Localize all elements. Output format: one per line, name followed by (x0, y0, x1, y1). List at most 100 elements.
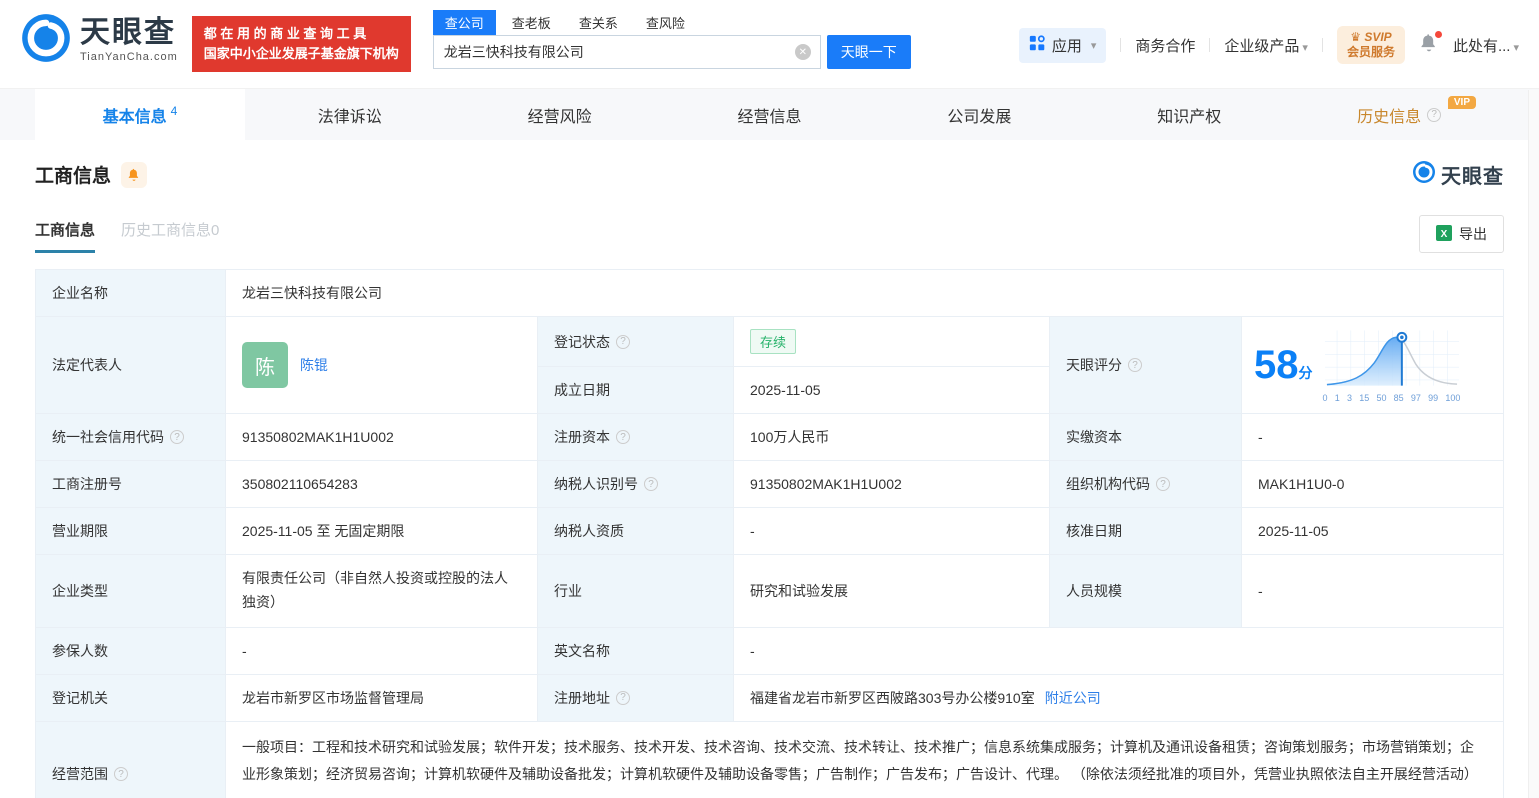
subtab-history-business-info[interactable]: 历史工商信息0 (121, 219, 219, 253)
search-button[interactable]: 天眼一下 (826, 35, 911, 69)
field-label: 天眼评分 (1050, 317, 1242, 414)
tab-intellectual-property[interactable]: 知识产权 (1084, 89, 1294, 140)
search-tab-risk[interactable]: 查风险 (634, 10, 697, 35)
table-row: 经营范围 一般项目：工程和技术研究和试验发展；软件开发；技术服务、技术开发、技术… (36, 721, 1504, 798)
clear-search-icon[interactable] (794, 44, 811, 60)
svg-text:X: X (1441, 229, 1448, 240)
reg-address-cell: 福建省龙岩市新罗区西陂路303号办公楼910室 附近公司 (734, 674, 1504, 722)
tianyancha-eye-icon (20, 12, 72, 69)
subscribe-bell-icon[interactable] (121, 161, 148, 188)
industry-value: 研究和试验发展 (734, 555, 1050, 628)
subtab-business-info[interactable]: 工商信息 (35, 219, 96, 253)
tianyan-score-cell: 58 分 0 1 3 15 50 85 97 99 100 (1242, 317, 1504, 414)
help-icon[interactable] (616, 334, 630, 349)
company-type-value: 有限责任公司（非自然人投资或控股的法人独资） (226, 555, 538, 628)
search-tab-boss[interactable]: 查老板 (500, 10, 563, 35)
search-tabs: 查公司 查老板 查关系 查风险 (432, 10, 911, 35)
help-icon[interactable] (1128, 358, 1142, 372)
top-nav: 应用 商务合作 企业级产品 ♛ SVIP 会员服务 此处有... (1018, 26, 1519, 64)
vip-badge: VIP (1447, 96, 1477, 109)
legal-rep-cell: 陈 陈锟 (226, 317, 538, 414)
reg-number-value: 350802110654283 (226, 461, 538, 508)
help-icon[interactable] (616, 430, 630, 444)
tab-legal-proceedings[interactable]: 法律诉讼 (245, 89, 455, 140)
org-code-value: MAK1H1U0-0 (1242, 461, 1504, 508)
main-content: 工商信息 天眼查 工商信息 历史工商信息0 X 导出 企业名称 龙岩三快科技有限… (0, 160, 1539, 798)
brand-slogan: 都 在 用 的 商 业 查 询 工 具 国家中小企业发展子基金旗下机构 (191, 16, 411, 73)
help-icon[interactable] (616, 690, 630, 705)
table-row: 参保人数 - 英文名称 - (36, 627, 1504, 675)
field-label: 组织机构代码 (1050, 461, 1242, 508)
staff-size-value: - (1242, 555, 1504, 628)
field-label: 英文名称 (538, 627, 734, 675)
field-label: 登记机关 (36, 674, 226, 722)
scrollbar-track[interactable] (1528, 90, 1539, 798)
search-input[interactable] (432, 35, 821, 69)
help-icon[interactable] (114, 767, 128, 782)
help-icon[interactable] (1156, 477, 1170, 491)
tianyancha-watermark: 天眼查 (1412, 160, 1504, 189)
nearby-companies-link[interactable]: 附近公司 (1045, 688, 1101, 708)
paid-capital-value: - (1242, 414, 1504, 461)
reg-address-value: 福建省龙岩市新罗区西陂路303号办公楼910室 (750, 689, 1035, 706)
reg-status-cell: 存续 (734, 317, 1050, 367)
table-row: 法定代表人 陈 陈锟 登记状态 存续 成立日期 (36, 317, 1504, 414)
notification-bell-icon[interactable] (1419, 30, 1442, 58)
field-label: 人员规模 (1050, 555, 1242, 628)
tab-history-info[interactable]: 历史信息 VIP (1294, 89, 1504, 140)
tianyancha-eye-icon (1412, 160, 1436, 189)
table-row: 企业名称 龙岩三快科技有限公司 (36, 270, 1504, 317)
excel-icon: X (1436, 224, 1452, 244)
notification-dot (1434, 30, 1442, 38)
approval-date-value: 2025-11-05 (1242, 508, 1504, 555)
user-account-menu[interactable]: 此处有... (1453, 35, 1519, 56)
field-label: 工商注册号 (36, 461, 226, 508)
legal-rep-link[interactable]: 陈锟 (300, 355, 328, 375)
help-icon[interactable] (170, 430, 184, 444)
insured-count-value: - (226, 627, 538, 675)
taxpayer-quality-value: - (734, 508, 1050, 555)
divider (1321, 38, 1323, 52)
search-area: 查公司 查老板 查关系 查风险 天眼一下 (432, 10, 911, 69)
legal-rep-avatar[interactable]: 陈 (242, 342, 288, 388)
nav-cooperation[interactable]: 商务合作 (1135, 35, 1195, 56)
crown-icon: ♛ (1350, 30, 1361, 44)
score-unit: 分 (1298, 365, 1313, 381)
tab-basic-info[interactable]: 基本信息 4 (35, 89, 245, 140)
field-label: 核准日期 (1050, 508, 1242, 555)
table-row: 工商注册号 350802110654283 纳税人识别号 91350802MAK… (36, 461, 1504, 508)
brand-domain: TianYanCha.com (80, 51, 178, 63)
field-label: 经营范围 (36, 721, 226, 798)
search-tab-relation[interactable]: 查关系 (567, 10, 630, 35)
table-row: 营业期限 2025-11-05 至 无固定期限 纳税人资质 - 核准日期 202… (36, 508, 1504, 555)
field-label: 行业 (538, 555, 734, 628)
field-label: 纳税人识别号 (538, 461, 734, 508)
search-tab-company[interactable]: 查公司 (432, 10, 496, 35)
tab-operating-info[interactable]: 经营信息 (665, 89, 875, 140)
nav-enterprise-products[interactable]: 企业级产品 (1224, 35, 1308, 56)
business-scope-value: 一般项目：工程和技术研究和试验发展；软件开发；技术服务、技术开发、技术咨询、技术… (226, 721, 1504, 798)
status-badge: 存续 (750, 329, 797, 354)
field-label: 成立日期 (538, 367, 734, 414)
field-label: 企业类型 (36, 555, 226, 628)
tab-company-development[interactable]: 公司发展 (874, 89, 1084, 140)
credit-code-value: 91350802MAK1H1U002 (226, 414, 538, 461)
table-row: 登记机关 龙岩市新罗区市场监督管理局 注册地址 福建省龙岩市新罗区西陂路303号… (36, 674, 1504, 722)
export-button[interactable]: X 导出 (1419, 215, 1504, 253)
business-term-value: 2025-11-05 至 无固定期限 (226, 508, 538, 555)
field-label: 实缴资本 (1050, 414, 1242, 461)
apps-menu[interactable]: 应用 (1018, 27, 1107, 63)
help-icon[interactable] (1427, 107, 1442, 122)
field-label: 参保人数 (36, 627, 226, 675)
taxpayer-id-value: 91350802MAK1H1U002 (734, 461, 1050, 508)
tab-operating-risk[interactable]: 经营风险 (455, 89, 665, 140)
apps-grid-icon (1029, 34, 1046, 56)
svip-member-badge[interactable]: ♛ SVIP 会员服务 (1336, 26, 1405, 64)
field-label: 企业名称 (36, 270, 226, 317)
help-icon[interactable] (644, 477, 658, 491)
english-name-value: - (734, 627, 1504, 675)
establish-date-value: 2025-11-05 (734, 367, 1050, 414)
tab-count-badge: 4 (170, 103, 178, 118)
site-logo[interactable]: 天眼查 TianYanCha.com (20, 12, 178, 69)
field-label: 注册资本 (538, 414, 734, 461)
